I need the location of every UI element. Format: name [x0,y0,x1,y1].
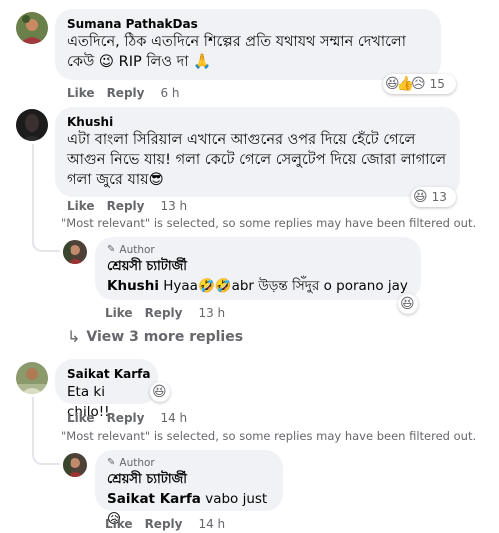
comment-bubble: Saikat Karfa Eta ki chilo!! [55,359,158,420]
thread-line [32,397,34,441]
avatar-photo-icon [63,240,87,264]
like-button[interactable]: Like [67,199,95,213]
reply-button[interactable]: Reply [145,517,183,531]
reaction-summary[interactable]: 😆 13 [411,187,456,207]
reply-bubble: ✎ Author শ্রেয়সী চ্যাটার্জী Saikat Karf… [95,450,283,527]
thread-line [32,144,34,226]
timestamp[interactable]: 13 h [160,199,187,213]
reply-author-name[interactable]: শ্রেয়সী চ্যাটার্জী [107,470,271,489]
reply-arrow-icon: ↳ [67,327,81,346]
mention-link[interactable]: Saikat Karfa [107,491,201,507]
thread-connector [32,226,60,252]
comment-bubble: Khushi এটা বাংলা সিরিয়াল এখানে আগুনের ও… [55,107,460,197]
timestamp[interactable]: 14 h [160,411,187,425]
avatar-photo-icon [16,109,48,141]
avatar-photo-icon [16,362,48,394]
author-badge: ✎ Author [107,243,409,257]
reply-button[interactable]: Reply [107,86,145,100]
filter-note: "Most relevant" is selected, so some rep… [61,429,477,443]
author-badge-label: Author [119,457,155,469]
comment-actions: Like Reply 14 h [67,411,187,425]
reply-bubble: ✎ Author শ্রেয়সী চ্যাটার্জী Khushi Hyaa… [95,237,421,300]
avatar-saikat[interactable] [16,362,48,394]
reaction-count: 15 [429,77,445,91]
reply-button[interactable]: Reply [107,411,145,425]
comment-text: এটা বাংলা সিরিয়াল এখানে আগুনের ওপর দিয়… [67,132,447,188]
avatar-photo-icon [16,12,48,44]
avatar-sumana[interactable] [16,12,48,44]
view-more-label: View 3 more replies [86,328,244,345]
timestamp[interactable]: 14 h [198,517,225,531]
like-button[interactable]: Like [105,306,133,320]
comment-author-name[interactable]: Khushi [67,114,448,130]
author-badge-label: Author [119,244,155,256]
reaction-count: 13 [431,190,447,204]
avatar-reply-author[interactable] [63,453,87,477]
laugh-icon: 😆 [400,296,415,312]
like-button[interactable]: Like [67,86,95,100]
reply-actions: Like Reply 14 h [105,517,225,531]
author-badge: ✎ Author [107,456,271,470]
reply-body: Hyaa🤣🤣abr উড়ন্ত সিঁদুর o porano jay [158,278,408,294]
pencil-icon: ✎ [107,457,116,468]
like-button[interactable]: Like [67,411,95,425]
filter-note: "Most relevant" is selected, so some rep… [61,216,477,230]
thread-connector [32,441,60,465]
reaction-summary[interactable]: 😆 [398,294,418,314]
comment-author-name[interactable]: Sumana PathakDas [67,16,429,32]
comment-actions: Like Reply 13 h [67,199,187,213]
avatar-khushi[interactable] [16,109,48,141]
sad-icon: 😥 [411,76,426,92]
mention-link[interactable]: Khushi [107,278,159,294]
laugh-icon: 😆 [413,189,428,205]
reply-author-name[interactable]: শ্রেয়সী চ্যাটার্জী [107,257,409,276]
avatar-photo-icon [63,453,87,477]
view-more-replies-button[interactable]: ↳ View 3 more replies [67,327,243,346]
reply-button[interactable]: Reply [107,199,145,213]
reaction-summary[interactable]: 😆 👍 😥 15 [383,74,456,94]
comment-author-name[interactable]: Saikat Karfa [67,366,150,382]
reply-button[interactable]: Reply [145,306,183,320]
laugh-icon: 😆 [152,384,167,400]
reply-actions: Like Reply 13 h [105,306,225,320]
avatar-reply-author[interactable] [63,240,87,264]
reaction-summary[interactable]: 😆 [150,382,170,402]
comment-text: এতদিনে, ঠিক এতদিনে শিল্পের প্রতি যথাযথ স… [67,34,406,70]
pencil-icon: ✎ [107,244,116,255]
like-button[interactable]: Like [105,517,133,531]
comment-bubble: Sumana PathakDas এতদিনে, ঠিক এতদিনে শিল্… [55,9,441,80]
reply-text: Khushi Hyaa🤣🤣abr উড়ন্ত সিঁদুর o porano … [107,276,409,296]
timestamp[interactable]: 13 h [198,306,225,320]
timestamp[interactable]: 6 h [160,86,179,100]
comment-actions: Like Reply 6 h [67,86,180,100]
